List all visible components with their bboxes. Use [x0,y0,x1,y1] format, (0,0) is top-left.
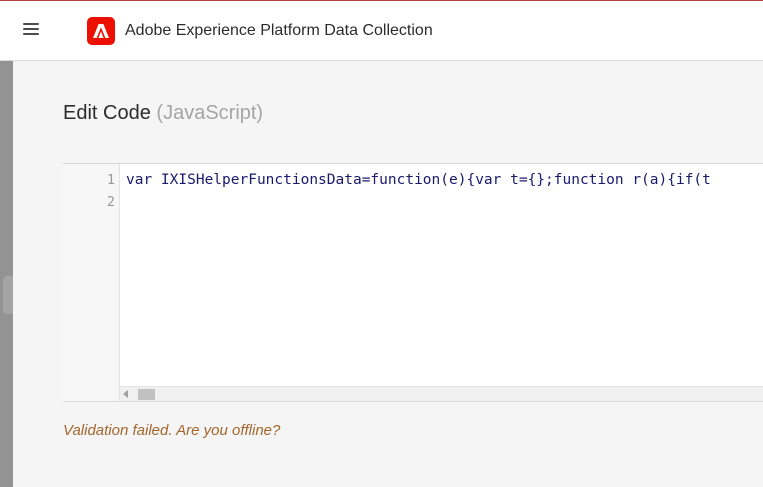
page-title: Edit Code (JavaScript) [63,102,263,125]
scrollbar-thumb[interactable] [138,389,155,400]
editor-divider [63,401,763,402]
horizontal-scrollbar[interactable] [120,386,763,401]
line-number: 2 [106,194,115,210]
rail-collapse-handle[interactable] [3,276,13,314]
top-bar: Adobe Experience Platform Data Collectio… [0,0,763,61]
code-editor[interactable]: 1 2 var IXISHelperFunctionsData=function… [63,163,763,402]
validation-message: Validation failed. Are you offline? [63,422,281,439]
app-title: Adobe Experience Platform Data Collectio… [125,22,433,39]
left-rail [0,61,13,487]
code-line[interactable]: var IXISHelperFunctionsData=function(e){… [126,172,711,188]
scroll-left-icon[interactable] [123,390,128,398]
adobe-logo-icon [87,17,115,45]
page-title-text: Edit Code [63,102,151,124]
language-label: (JavaScript) [156,102,264,124]
hamburger-icon[interactable] [23,23,39,37]
line-number-gutter: 1 2 [63,164,120,402]
line-number: 1 [106,172,115,188]
